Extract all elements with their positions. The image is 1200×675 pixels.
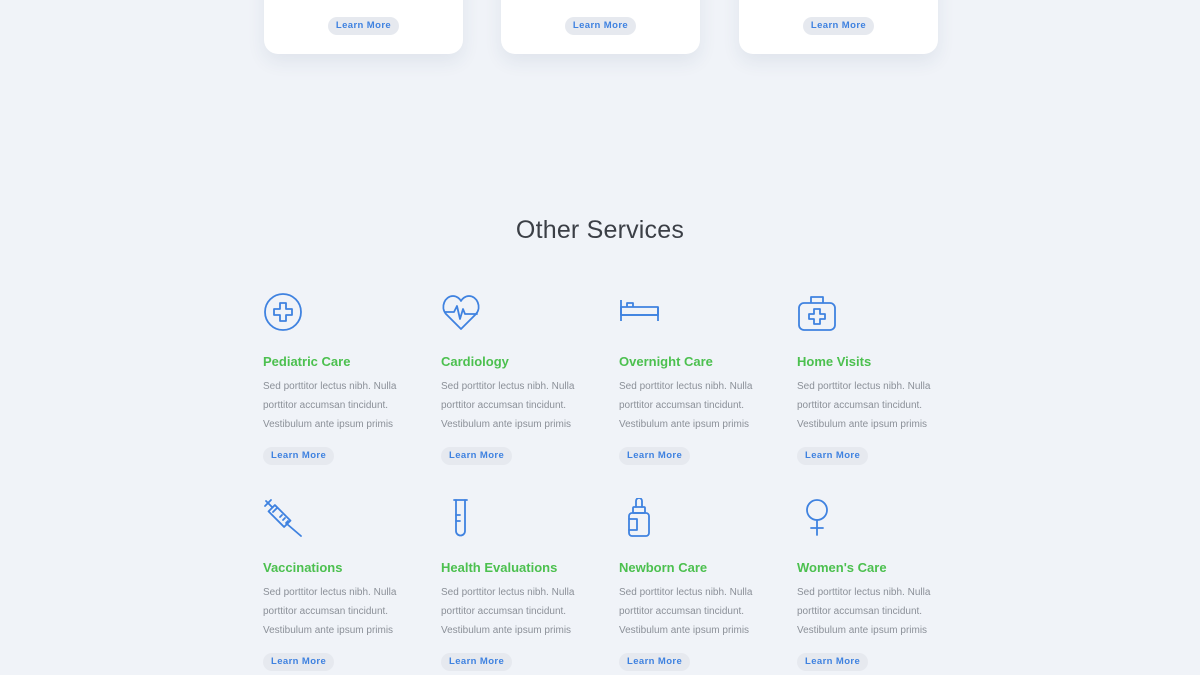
top-card-2-learn-more-button[interactable]: Learn More (564, 17, 637, 35)
service-name: Cardiology (441, 354, 509, 369)
service-name: Newborn Care (619, 560, 708, 575)
learn-more-button[interactable]: Learn More (441, 447, 513, 465)
service-name: Pediatric Care (263, 354, 351, 369)
learn-more-button[interactable]: Learn More (797, 653, 869, 671)
service-name: Overnight Care (619, 354, 713, 369)
service-description: Sed porttitor lectus nibh. Nulla porttit… (619, 587, 753, 636)
top-card-2: Learn More (501, 0, 700, 54)
service-health-evaluations: Health Evaluations Sed porttitor lectus … (441, 498, 601, 671)
service-overnight-care: Overnight Care Sed porttitor lectus nibh… (619, 292, 779, 465)
service-description: Sed porttitor lectus nibh. Nulla porttit… (441, 587, 575, 636)
learn-more-button[interactable]: Learn More (441, 653, 513, 671)
section-title: Other Services (515, 216, 685, 244)
service-name: Women's Care (797, 560, 887, 575)
medical-cross-icon (263, 292, 307, 336)
service-cardiology: Cardiology Sed porttitor lectus nibh. Nu… (441, 292, 601, 465)
syringe-icon (263, 498, 307, 542)
service-description: Sed porttitor lectus nibh. Nulla porttit… (797, 587, 931, 636)
service-name: Vaccinations (263, 560, 343, 575)
top-card-1: Learn More (264, 0, 463, 54)
top-card-3: Learn More (739, 0, 938, 54)
service-description: Sed porttitor lectus nibh. Nulla porttit… (263, 381, 397, 430)
service-newborn-care: Newborn Care Sed porttitor lectus nibh. … (619, 498, 779, 671)
learn-more-button[interactable]: Learn More (797, 447, 869, 465)
service-description: Sed porttitor lectus nibh. Nulla porttit… (263, 587, 397, 636)
bed-icon (619, 292, 663, 336)
service-description: Sed porttitor lectus nibh. Nulla porttit… (619, 381, 753, 430)
service-description: Sed porttitor lectus nibh. Nulla porttit… (441, 381, 575, 430)
baby-bottle-icon (619, 498, 663, 542)
service-home-visits: Home Visits Sed porttitor lectus nibh. N… (797, 292, 957, 465)
page: Learn More Learn More Learn More Other S… (0, 0, 1200, 675)
test-tube-icon (441, 498, 485, 542)
medical-bag-icon (797, 292, 841, 336)
female-symbol-icon (797, 498, 841, 542)
heartbeat-icon (441, 292, 485, 336)
learn-more-button[interactable]: Learn More (619, 447, 691, 465)
top-card-1-learn-more-button[interactable]: Learn More (327, 17, 400, 35)
service-name: Home Visits (797, 354, 872, 369)
service-womens-care: Women's Care Sed porttitor lectus nibh. … (797, 498, 957, 671)
service-name: Health Evaluations (441, 560, 558, 575)
service-vaccinations: Vaccinations Sed porttitor lectus nibh. … (263, 498, 423, 671)
learn-more-button[interactable]: Learn More (619, 653, 691, 671)
top-card-3-learn-more-button[interactable]: Learn More (802, 17, 875, 35)
learn-more-button[interactable]: Learn More (263, 447, 335, 465)
service-pediatric-care: Pediatric Care Sed porttitor lectus nibh… (263, 292, 423, 465)
learn-more-button[interactable]: Learn More (263, 653, 335, 671)
service-description: Sed porttitor lectus nibh. Nulla porttit… (797, 381, 931, 430)
